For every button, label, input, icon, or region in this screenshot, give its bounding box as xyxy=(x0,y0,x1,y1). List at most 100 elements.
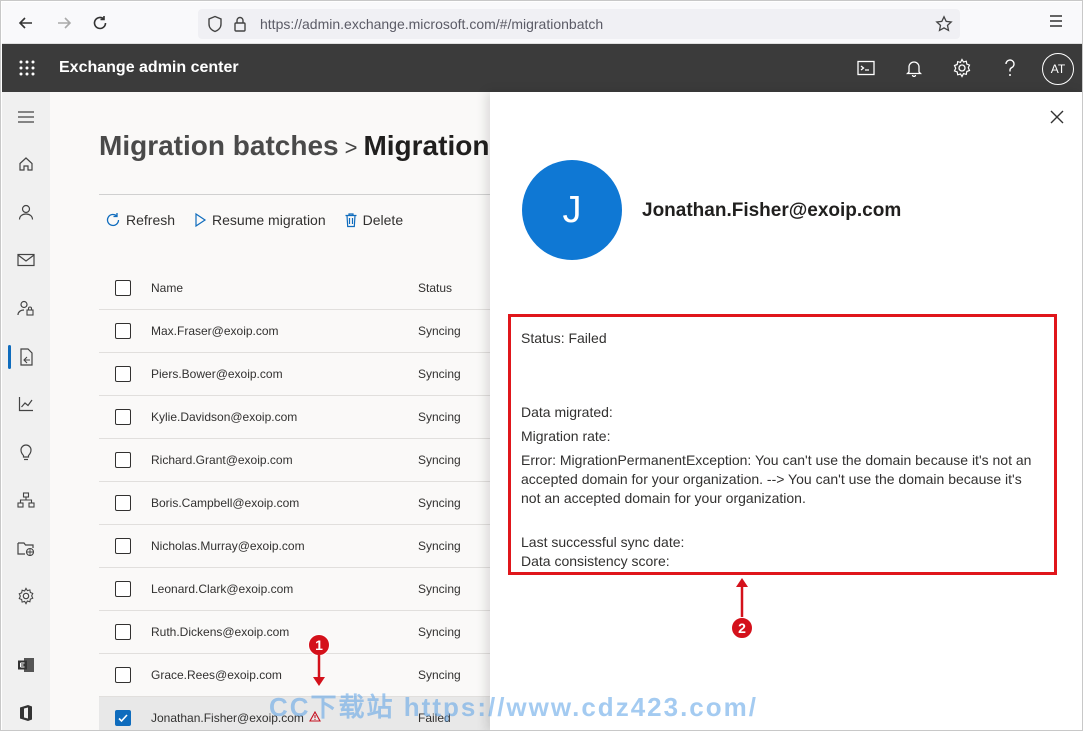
close-icon[interactable] xyxy=(1048,108,1066,126)
row-name: Nicholas.Murray@exoip.com xyxy=(151,539,305,553)
url-text[interactable]: https://admin.exchange.microsoft.com/#/m… xyxy=(260,16,603,32)
star-icon[interactable] xyxy=(935,15,953,38)
terminal-icon[interactable] xyxy=(854,56,878,80)
delete-label: Delete xyxy=(362,212,404,228)
person-lock-icon[interactable] xyxy=(2,288,50,328)
error-text: Error: MigrationPermanentException: You … xyxy=(521,452,1032,506)
row-name-cell[interactable]: Kylie.Davidson@exoip.com xyxy=(151,410,418,424)
address-bar[interactable]: https://admin.exchange.microsoft.com/#/m… xyxy=(198,9,960,39)
row-name: Ruth.Dickens@exoip.com xyxy=(151,625,290,639)
chart-icon[interactable] xyxy=(2,384,50,424)
callout-2: 2 xyxy=(731,617,753,639)
waffle-icon[interactable] xyxy=(18,59,36,82)
row-name: Max.Fraser@exoip.com xyxy=(151,324,279,338)
table-row[interactable]: Ruth.Dickens@exoip.com Syncing xyxy=(99,611,490,654)
row-checkbox[interactable] xyxy=(115,366,131,382)
column-header-status[interactable]: Status xyxy=(418,281,452,295)
folder-globe-icon[interactable] xyxy=(2,528,50,568)
gear-icon[interactable] xyxy=(950,56,974,80)
person-icon[interactable] xyxy=(2,192,50,232)
exchange-icon[interactable] xyxy=(2,645,50,685)
trash-icon xyxy=(345,213,357,228)
user-avatar: J xyxy=(522,160,622,260)
app-header: Exchange admin center AT xyxy=(2,44,1082,92)
row-checkbox[interactable] xyxy=(115,452,131,468)
row-name-cell[interactable]: Ruth.Dickens@exoip.com xyxy=(151,625,418,639)
row-name: Piers.Bower@exoip.com xyxy=(151,367,283,381)
page-title: Migration batches > MigrationB xyxy=(99,130,510,162)
row-checkbox[interactable] xyxy=(115,323,131,339)
row-checkbox[interactable] xyxy=(115,409,131,425)
row-name-cell[interactable]: Nicholas.Murray@exoip.com xyxy=(151,539,418,553)
row-checkbox[interactable] xyxy=(115,667,131,683)
title-divider xyxy=(99,194,490,195)
refresh-label: Refresh xyxy=(126,212,176,228)
row-name-cell[interactable]: Leonard.Clark@exoip.com xyxy=(151,582,418,596)
table-row[interactable]: Max.Fraser@exoip.com Syncing xyxy=(99,310,490,353)
row-name: Richard.Grant@exoip.com xyxy=(151,453,293,467)
mail-icon[interactable] xyxy=(2,240,50,280)
breadcrumb-root[interactable]: Migration batches xyxy=(99,130,339,161)
table-row[interactable]: Leonard.Clark@exoip.com Syncing xyxy=(99,568,490,611)
forward-arrow-icon[interactable] xyxy=(52,11,76,35)
app-title[interactable]: Exchange admin center xyxy=(59,59,239,77)
resume-migration-button[interactable]: Resume migration xyxy=(193,212,326,228)
row-checkbox[interactable] xyxy=(115,624,131,640)
row-name-cell[interactable]: Boris.Campbell@exoip.com xyxy=(151,496,418,510)
settings-icon[interactable] xyxy=(2,576,50,616)
consistency-text: Data consistency score: xyxy=(521,553,670,569)
row-status: Syncing xyxy=(418,625,461,639)
refresh-button[interactable]: Refresh xyxy=(105,212,175,228)
command-bar: Refresh Resume migration Delete xyxy=(105,210,421,230)
table-row[interactable]: Nicholas.Murray@exoip.com Syncing xyxy=(99,525,490,568)
lock-icon[interactable] xyxy=(233,15,247,38)
table-row[interactable]: Boris.Campbell@exoip.com Syncing xyxy=(99,482,490,525)
breadcrumb-separator: > xyxy=(344,135,358,160)
row-status: Syncing xyxy=(418,539,461,553)
row-checkbox[interactable] xyxy=(115,538,131,554)
browser-window: https://admin.exchange.microsoft.com/#/m… xyxy=(0,0,1083,731)
user-name: Jonathan.Fisher@exoip.com xyxy=(642,200,902,221)
home-icon[interactable] xyxy=(2,144,50,184)
column-header-name[interactable]: Name xyxy=(151,281,418,295)
callout-1: 1 xyxy=(308,634,330,656)
hamburger-icon[interactable] xyxy=(2,97,50,137)
browser-toolbar: https://admin.exchange.microsoft.com/#/m… xyxy=(2,2,1082,44)
office-icon[interactable] xyxy=(2,693,50,730)
watermark: CC下载站 https://www.cdz423.com/ xyxy=(269,692,758,722)
row-name: Leonard.Clark@exoip.com xyxy=(151,582,294,596)
org-icon[interactable] xyxy=(2,480,50,520)
table-row[interactable]: Kylie.Davidson@exoip.com Syncing xyxy=(99,396,490,439)
row-checkbox[interactable] xyxy=(115,710,131,726)
help-icon[interactable] xyxy=(998,56,1022,80)
status-text: Status: Failed xyxy=(521,330,607,346)
row-name-cell[interactable]: Max.Fraser@exoip.com xyxy=(151,324,418,338)
avatar[interactable]: AT xyxy=(1042,53,1074,85)
row-checkbox[interactable] xyxy=(115,581,131,597)
row-checkbox[interactable] xyxy=(115,495,131,511)
callout-2-arrow xyxy=(736,578,748,619)
row-status: Syncing xyxy=(418,410,461,424)
row-status: Syncing xyxy=(418,324,461,338)
back-arrow-icon[interactable] xyxy=(14,11,38,35)
row-name-cell[interactable]: Piers.Bower@exoip.com xyxy=(151,367,418,381)
row-name-cell[interactable]: Richard.Grant@exoip.com xyxy=(151,453,418,467)
row-status: Syncing xyxy=(418,668,461,682)
data-migrated-text: Data migrated: xyxy=(521,404,613,420)
breadcrumb-current: MigrationB xyxy=(363,130,510,161)
delete-button[interactable]: Delete xyxy=(344,212,403,228)
migration-icon[interactable] xyxy=(2,337,50,377)
row-status: Syncing xyxy=(418,453,461,467)
shield-icon[interactable] xyxy=(207,15,223,38)
select-all-checkbox[interactable] xyxy=(115,280,131,296)
lightbulb-icon[interactable] xyxy=(2,432,50,472)
row-name: Grace.Rees@exoip.com xyxy=(151,668,282,682)
table-row[interactable]: Richard.Grant@exoip.com Syncing xyxy=(99,439,490,482)
bell-icon[interactable] xyxy=(902,56,926,80)
table-row[interactable]: Piers.Bower@exoip.com Syncing xyxy=(99,353,490,396)
row-name-cell[interactable]: Grace.Rees@exoip.com xyxy=(151,668,418,682)
reload-icon[interactable] xyxy=(88,11,112,35)
row-status: Syncing xyxy=(418,367,461,381)
table-header: Name Status xyxy=(99,267,490,310)
menu-icon[interactable] xyxy=(1048,14,1064,33)
